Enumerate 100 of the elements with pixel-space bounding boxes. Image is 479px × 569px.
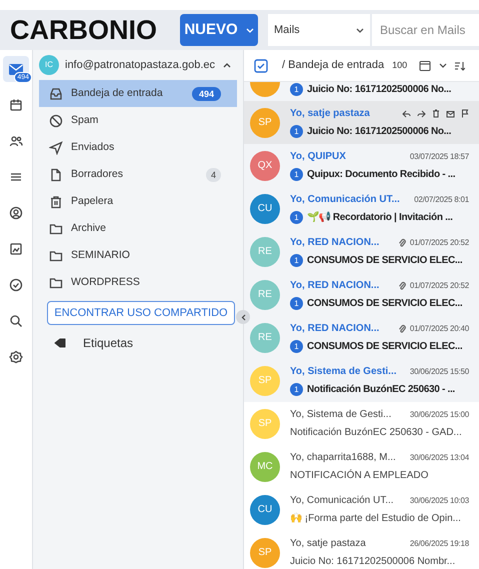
envelope-icon[interactable] <box>446 110 455 118</box>
contacts-icon[interactable] <box>9 134 23 148</box>
message-subject: Notificación BuzónEC 250630 - ... <box>307 383 455 397</box>
search-icon[interactable] <box>9 314 23 328</box>
folder-count: 494 <box>192 86 221 100</box>
sort-icon[interactable] <box>455 60 466 70</box>
sender-name: Yo, Sistema de Gesti... <box>290 365 397 379</box>
inbox-tray-icon <box>49 86 63 100</box>
message-subject: CONSUMOS DE SERVICIO ELEC... <box>307 254 462 268</box>
message-date: 02/07/2025 8:01 <box>414 194 469 206</box>
flag-icon[interactable] <box>461 109 469 118</box>
trash-icon <box>49 194 63 208</box>
avatar: QX <box>250 150 280 180</box>
support-icon[interactable] <box>9 206 23 220</box>
avatar: CU <box>250 194 280 224</box>
message-subject: CONSUMOS DE SERVICIO ELEC... <box>307 297 462 311</box>
message-subject: Notificación BuzónEC 250630 - GAD... <box>290 426 462 440</box>
message-subject: 🙌 ¡Forma parte del Estudio de Opin... <box>290 512 461 526</box>
sender-name: Yo, satje pastaza <box>290 107 370 121</box>
avatar: SP <box>250 538 280 568</box>
message-date: 03/07/2025 18:57 <box>410 150 469 162</box>
message-date: 01/07/2025 20:40 <box>410 322 469 334</box>
send-icon <box>49 140 63 154</box>
message-subject: Juicio No: 16171202500006 Nombr... <box>290 555 456 569</box>
avatar: RE <box>250 322 280 352</box>
message-row[interactable]: QX Yo, QUIPUX 03/07/2025 18:57 1 Quipux: Documento Recibido - ... <box>244 144 479 187</box>
message-row[interactable]: RE Yo, RED NACION... 01/07/2025 20:52 1 CONSUMOS DE SERVICIO ELEC... <box>244 230 479 273</box>
folder-item[interactable]: WORDPRESS <box>39 269 237 296</box>
avatar: SP <box>250 108 280 138</box>
select-checkbox-icon[interactable] <box>254 58 268 72</box>
message-date: 01/07/2025 20:52 <box>410 280 469 292</box>
folder-path: / Bandeja de entrada <box>282 58 384 74</box>
collapse-handle[interactable] <box>236 310 250 324</box>
unread-count-badge: 1 <box>290 383 303 396</box>
new-button[interactable]: NUEVO <box>180 14 258 46</box>
search-scope-dropdown[interactable]: Mails <box>268 14 370 46</box>
message-count: 100 <box>392 58 408 72</box>
unread-count-badge: 1 <box>290 83 303 96</box>
sender-name: Yo, RED NACION... <box>290 236 380 250</box>
sender-name: Yo, Sistema de Gesti... <box>290 408 392 422</box>
message-date: 26/06/2025 19:18 <box>410 538 469 550</box>
unread-count-badge: 1 <box>290 211 303 224</box>
trash-icon[interactable] <box>432 109 440 118</box>
find-shared-button[interactable]: ENCONTRAR USO COMPARTIDO <box>47 301 235 325</box>
message-subject: Quipux: Documento Recibido - ... <box>307 168 456 182</box>
folder-item[interactable]: Borradores 4 <box>39 161 237 188</box>
avatar: MC <box>250 452 280 482</box>
message-date: 01/07/2025 20:52 <box>410 236 469 248</box>
search-field[interactable]: Buscar en Mails <box>372 14 479 46</box>
reply-icon[interactable] <box>402 110 411 118</box>
message-date: 30/06/2025 15:50 <box>410 366 469 378</box>
message-row[interactable]: CU Yo, Comunicación UT... 02/07/2025 8:01 1 🌱📢 Recordatorio | Invitación ... <box>244 187 479 230</box>
calendar-icon[interactable] <box>9 98 23 112</box>
tag-icon <box>53 337 67 349</box>
message-row[interactable]: RE Yo, RED NACION... 01/07/2025 20:40 1 CONSUMOS DE SERVICIO ELEC... <box>244 316 479 359</box>
message-subject: Juicio No: 16171202500006 No... <box>307 125 452 139</box>
message-subject: Juicio No: 16171202500006 No... <box>307 83 452 97</box>
document-icon <box>49 168 63 182</box>
sender-name: Yo, RED NACION... <box>290 279 380 293</box>
sender-name: Yo, satje pastaza <box>290 537 366 551</box>
forward-icon[interactable] <box>417 110 426 118</box>
unread-count-badge: 1 <box>290 340 303 353</box>
message-row[interactable]: SP Yo, Sistema de Gesti... 30/06/2025 15:50 1 Notificación BuzónEC 250630 - ... <box>244 359 479 402</box>
account-email[interactable]: info@patronatopastaza.gob.ec <box>65 56 217 74</box>
folder-item[interactable]: SEMINARIO <box>39 242 237 269</box>
folder-item[interactable]: Papelera <box>39 188 237 215</box>
message-date: 30/06/2025 15:00 <box>410 408 469 420</box>
message-row[interactable]: RE Yo, RED NACION... 01/07/2025 20:52 1 CONSUMOS DE SERVICIO ELEC... <box>244 273 479 316</box>
message-subject: 🌱📢 Recordatorio | Invitación ... <box>307 210 453 225</box>
folder-icon <box>49 222 63 236</box>
folder-count: 4 <box>206 168 221 182</box>
image-file-icon[interactable] <box>9 242 23 256</box>
avatar: SP <box>250 408 280 438</box>
sender-name: Yo, QUIPUX <box>290 150 346 164</box>
message-row[interactable]: SP Yo, satje pastaza 1 Juicio No: 16171202500006 No... <box>244 101 479 144</box>
check-circle-icon[interactable] <box>9 278 23 292</box>
message-date: 30/06/2025 10:03 <box>410 494 469 506</box>
folder-item[interactable]: Spam <box>39 107 237 134</box>
chevron-down-icon[interactable] <box>439 63 448 68</box>
avatar: RE <box>250 236 280 266</box>
chevron-left-icon <box>240 314 246 320</box>
avatar: CU <box>250 494 280 524</box>
view-layout-icon[interactable] <box>419 60 432 72</box>
unread-count-badge: 1 <box>290 297 303 310</box>
account-avatar: IC <box>39 55 59 75</box>
message-row[interactable]: 1 Juicio No: 16171202500006 No... <box>244 82 479 101</box>
blocked-icon <box>49 114 63 128</box>
folder-icon <box>49 248 63 262</box>
tags-label[interactable]: Etiquetas <box>83 334 134 352</box>
folder-item[interactable]: Archive <box>39 215 237 242</box>
message-date: 30/06/2025 13:04 <box>410 452 469 464</box>
sender-name: Yo, Comunicación UT... <box>290 494 394 508</box>
avatar: RE <box>250 280 280 310</box>
collapse-caret-icon[interactable] <box>223 62 231 68</box>
chevron-down-icon <box>356 28 364 32</box>
mail-icon <box>8 62 24 76</box>
folder-item[interactable]: Enviados <box>39 134 237 161</box>
settings-icon[interactable] <box>9 350 23 364</box>
folder-item[interactable]: Bandeja de entrada 494 <box>39 80 237 107</box>
sender-name: Yo, chaparrita1688, M... <box>290 451 396 465</box>
